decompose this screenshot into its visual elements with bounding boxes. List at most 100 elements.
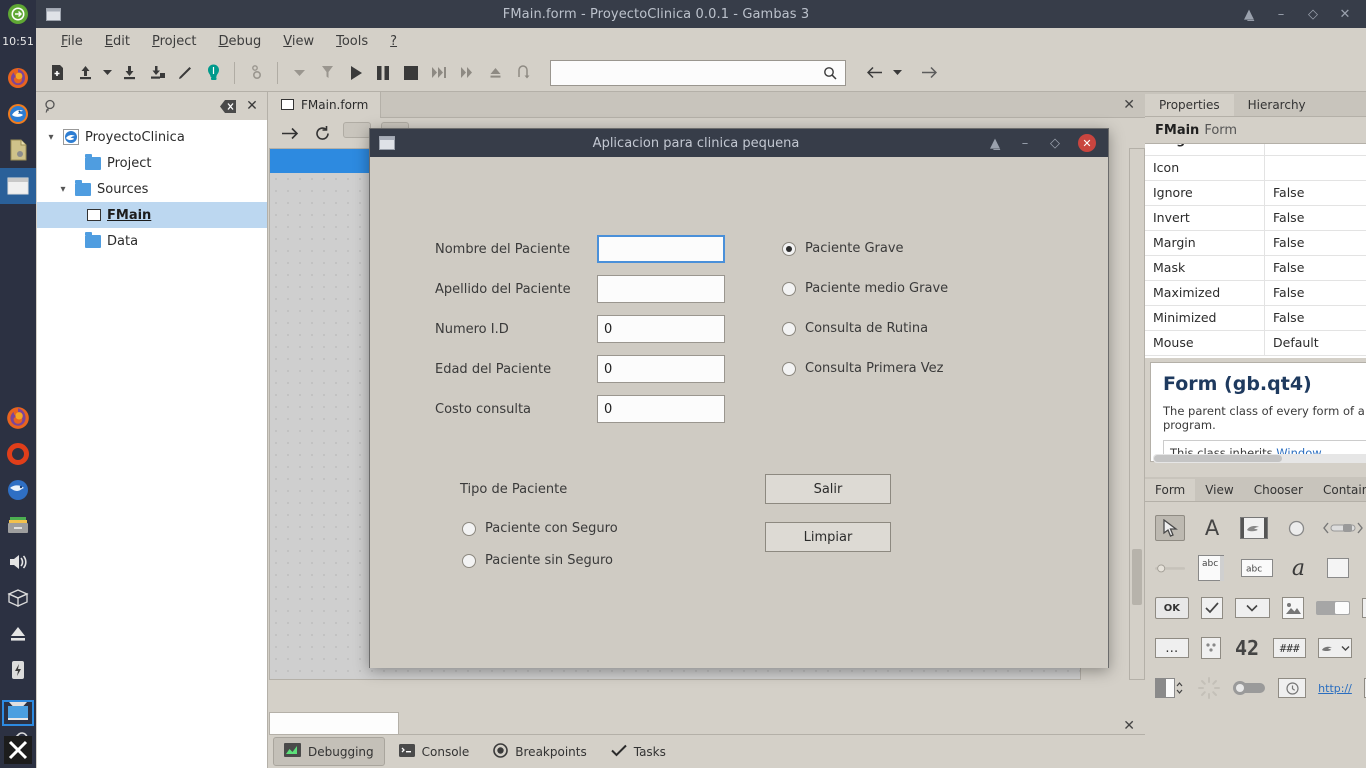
refresh-icon[interactable] bbox=[311, 122, 333, 144]
textarea-tool-icon[interactable]: abc bbox=[1197, 555, 1229, 581]
step-into-icon[interactable] bbox=[454, 60, 480, 86]
chevron-down-icon[interactable]: ▾ bbox=[57, 184, 69, 195]
spinbox-tool-icon[interactable] bbox=[1362, 598, 1366, 618]
dialog-minimize-button[interactable]: – bbox=[1018, 136, 1032, 151]
menu-project[interactable]: Project bbox=[141, 31, 208, 52]
open-project-icon[interactable] bbox=[72, 60, 98, 86]
scrollbar-thumb[interactable] bbox=[1154, 455, 1282, 462]
property-value[interactable]: False bbox=[1265, 281, 1366, 305]
radio-tool-icon[interactable] bbox=[1281, 515, 1311, 541]
restart-icon[interactable] bbox=[510, 60, 536, 86]
menu-view[interactable]: View bbox=[272, 31, 325, 52]
property-value[interactable] bbox=[1265, 156, 1366, 180]
tree-item-fmain[interactable]: FMain bbox=[37, 202, 267, 228]
input-costo[interactable] bbox=[597, 395, 725, 423]
close-button[interactable]: ✕ bbox=[1338, 7, 1352, 22]
eject-icon[interactable] bbox=[482, 60, 508, 86]
table-row[interactable]: Maximized False bbox=[1145, 281, 1366, 306]
dial-tool-icon[interactable] bbox=[1200, 637, 1222, 659]
menu-help[interactable]: ? bbox=[379, 31, 408, 52]
switch-tool-icon[interactable] bbox=[1316, 595, 1351, 621]
table-row[interactable]: Mouse Default bbox=[1145, 331, 1366, 356]
maskbox-tool-icon[interactable]: ### bbox=[1272, 638, 1307, 658]
chevron-down-icon[interactable] bbox=[890, 60, 904, 86]
gambas-icon[interactable] bbox=[0, 96, 36, 132]
close-icon[interactable]: ✕ bbox=[1123, 97, 1135, 113]
imagebox-tool-icon[interactable] bbox=[1282, 597, 1305, 619]
package-icon[interactable] bbox=[0, 580, 36, 616]
close-icon[interactable]: ✕ bbox=[1123, 718, 1135, 734]
input-numero-id[interactable] bbox=[597, 315, 725, 343]
step-over-icon[interactable] bbox=[426, 60, 452, 86]
canvas-vertical-scrollbar[interactable] bbox=[1129, 148, 1145, 680]
radio-con-seguro[interactable]: Paciente con Seguro bbox=[462, 521, 618, 536]
urllabel-tool-icon[interactable]: http:// bbox=[1318, 675, 1352, 701]
gambas-logo-icon[interactable] bbox=[200, 60, 226, 86]
filter-icon[interactable] bbox=[314, 60, 340, 86]
table-row[interactable]: Minimized False bbox=[1145, 306, 1366, 331]
properties-table[interactable]: Height 512 Icon Ignore False Invert Fals… bbox=[1145, 143, 1366, 358]
arrow-right-icon[interactable] bbox=[279, 122, 301, 144]
dotbutton-tool-icon[interactable]: … bbox=[1155, 638, 1189, 658]
checkbox-tool-icon[interactable] bbox=[1200, 597, 1223, 619]
designer-handle-1[interactable] bbox=[343, 122, 371, 138]
tab-properties[interactable]: Properties bbox=[1145, 94, 1234, 116]
status-breakpoints[interactable]: Breakpoints bbox=[483, 738, 596, 766]
radio-consulta-rutina[interactable]: Consulta de Rutina bbox=[782, 321, 928, 336]
input-edad[interactable] bbox=[597, 355, 725, 383]
compile-gear-icon[interactable] bbox=[243, 60, 269, 86]
window-menu-icon[interactable] bbox=[36, 7, 70, 21]
files-icon[interactable] bbox=[0, 508, 36, 544]
thunderbird-icon[interactable] bbox=[0, 472, 36, 508]
tab-fmain-form[interactable]: FMain.form bbox=[269, 91, 382, 118]
property-value[interactable]: False bbox=[1265, 231, 1366, 255]
table-row[interactable]: Margin False bbox=[1145, 231, 1366, 256]
eject-icon[interactable] bbox=[0, 616, 36, 652]
minimize-button[interactable]: – bbox=[1274, 7, 1288, 22]
search-input[interactable] bbox=[551, 65, 823, 80]
tab-chooser[interactable]: Chooser bbox=[1244, 479, 1313, 501]
radio-sin-seguro[interactable]: Paciente sin Seguro bbox=[462, 553, 613, 568]
menu-file[interactable]: File bbox=[50, 31, 94, 52]
project-tree[interactable]: ▾ ProyectoClinica ▾ Project bbox=[37, 120, 267, 768]
lcdlabel-tool-icon[interactable]: 42 bbox=[1233, 635, 1261, 661]
x-logo-icon[interactable] bbox=[4, 736, 32, 764]
table-row[interactable]: Height 512 bbox=[1145, 144, 1366, 156]
dialog-shade-button[interactable]: ▲̲ bbox=[988, 136, 1002, 151]
toolbar-search[interactable] bbox=[550, 59, 846, 86]
tree-item-proyectoclinica[interactable]: ▾ ProyectoClinica bbox=[37, 124, 267, 150]
radio-paciente-medio-grave[interactable]: Paciente medio Grave bbox=[782, 281, 948, 296]
arrow-left-icon[interactable] bbox=[862, 60, 888, 86]
ubuntu-start-icon[interactable] bbox=[0, 0, 36, 28]
property-value[interactable]: False bbox=[1265, 206, 1366, 230]
salir-button[interactable]: Salir bbox=[765, 474, 891, 504]
save-as-icon[interactable] bbox=[144, 60, 170, 86]
status-tasks[interactable]: Tasks bbox=[601, 739, 676, 765]
tab-container[interactable]: Container bbox=[1313, 479, 1366, 501]
tab-form[interactable]: Form bbox=[1145, 479, 1196, 501]
radio-consulta-primera-vez[interactable]: Consulta Primera Vez bbox=[782, 361, 943, 376]
dialog-close-button[interactable]: ✕ bbox=[1078, 134, 1096, 152]
switchbutton-tool-icon[interactable] bbox=[1232, 675, 1266, 701]
shade-button[interactable]: ▲̲ bbox=[1242, 7, 1256, 22]
clock-tool-icon[interactable] bbox=[1278, 678, 1307, 698]
input-apellido[interactable] bbox=[597, 275, 725, 303]
close-icon[interactable]: ✕ bbox=[243, 97, 261, 115]
colorbutton-tool-icon[interactable] bbox=[1155, 675, 1185, 701]
limpiar-button[interactable]: Limpiar bbox=[765, 522, 891, 552]
property-value[interactable]: 512 bbox=[1265, 144, 1366, 155]
tab-hierarchy[interactable]: Hierarchy bbox=[1233, 94, 1320, 116]
scrollbar-thumb[interactable] bbox=[1132, 549, 1142, 605]
scrollbar-tool-icon[interactable] bbox=[1155, 555, 1185, 581]
table-row[interactable]: Mask False bbox=[1145, 256, 1366, 281]
picturebox-tool-icon[interactable] bbox=[1239, 515, 1269, 541]
tree-item-data[interactable]: ▾ Data bbox=[37, 228, 267, 254]
menu-edit[interactable]: Edit bbox=[94, 31, 141, 52]
textbox-tool-icon[interactable]: abc bbox=[1240, 555, 1273, 581]
firefox-icon[interactable] bbox=[0, 60, 36, 96]
stop-icon[interactable] bbox=[398, 60, 424, 86]
project-search-field[interactable] bbox=[66, 96, 213, 116]
status-debugging[interactable]: Debugging bbox=[273, 737, 385, 766]
tree-item-project[interactable]: ▾ Project bbox=[37, 150, 267, 176]
menu-tools[interactable]: Tools bbox=[325, 31, 379, 52]
